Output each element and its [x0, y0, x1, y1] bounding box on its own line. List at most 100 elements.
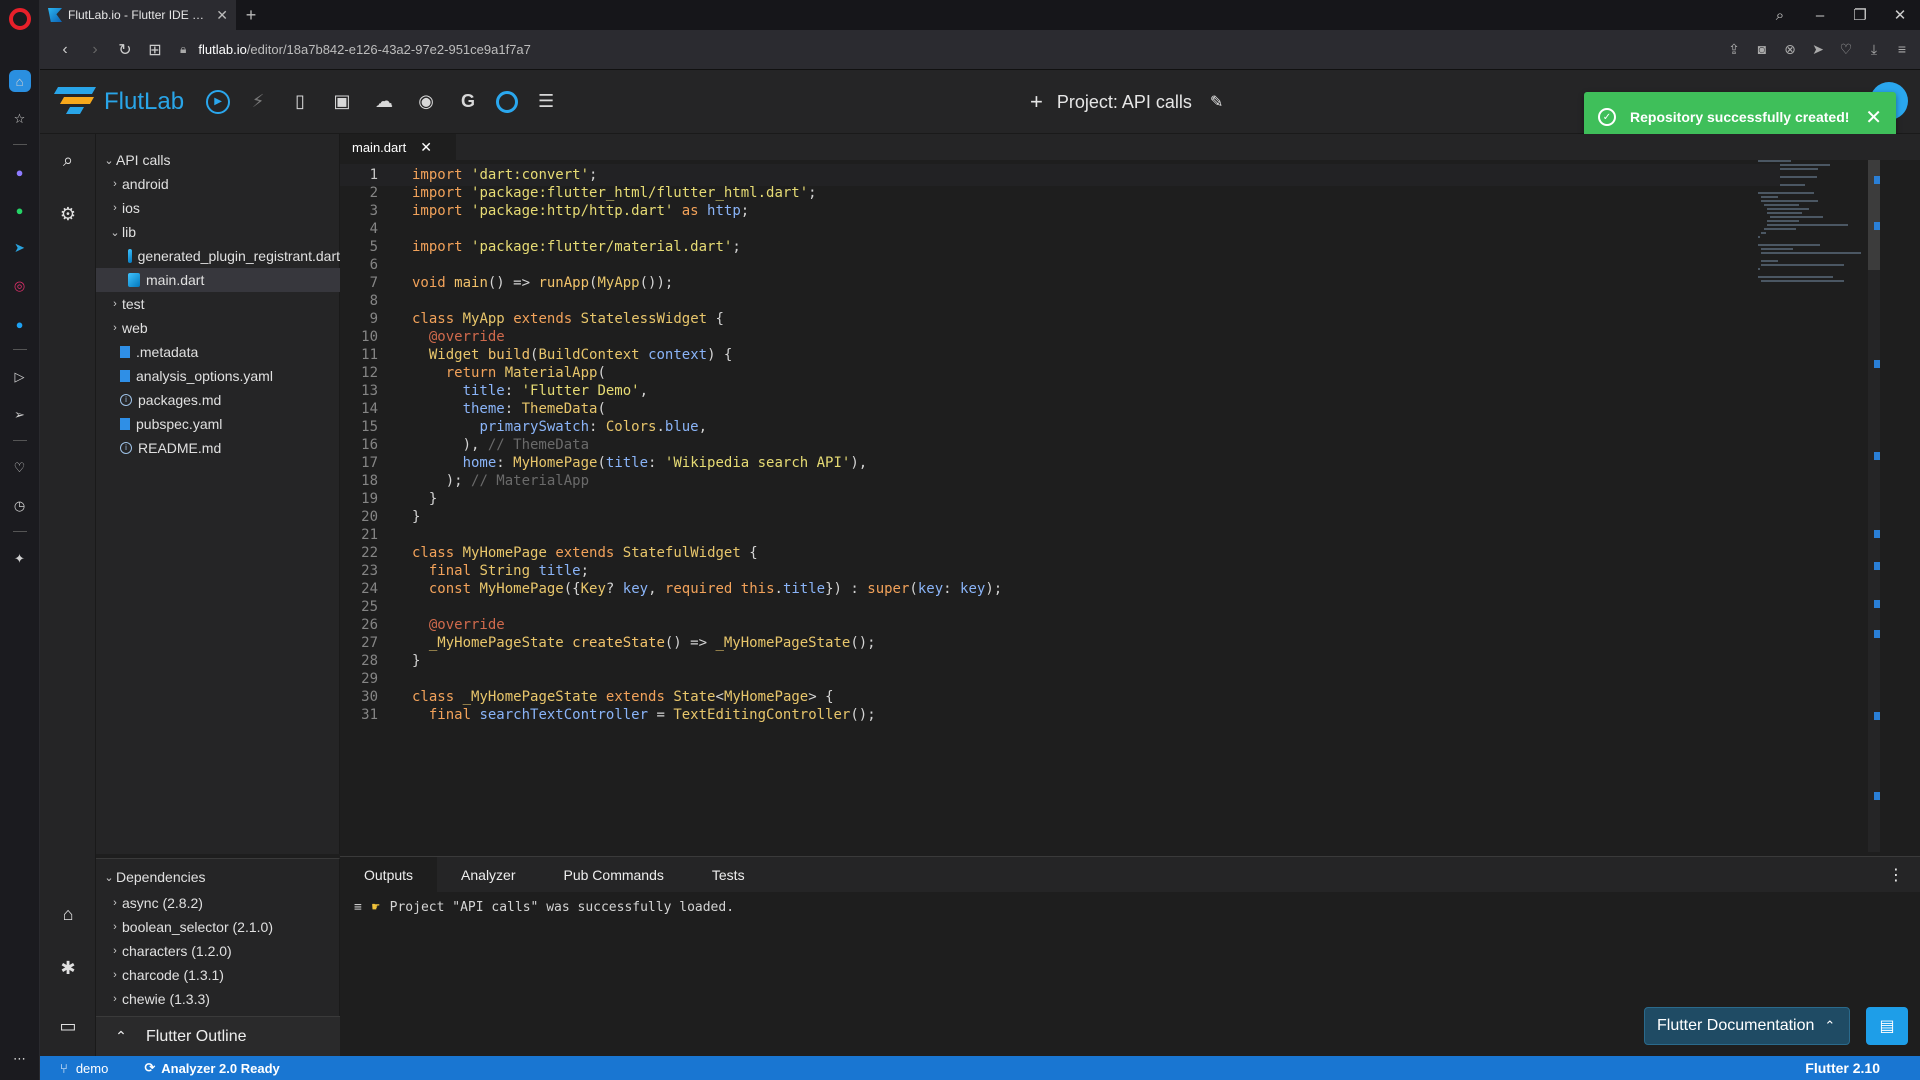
- download-icon[interactable]: ⤓: [1866, 41, 1882, 58]
- tree-item[interactable]: analysis_options.yaml: [96, 364, 340, 388]
- dependency-item[interactable]: › chewie (1.3.3): [96, 987, 340, 1011]
- menu-icon[interactable]: ≡: [1894, 41, 1910, 58]
- github-icon[interactable]: ◉: [412, 88, 440, 116]
- tree-item[interactable]: .metadata: [96, 340, 340, 364]
- tree-item[interactable]: pubspec.yaml: [96, 412, 340, 436]
- scroll-marker: [1874, 630, 1880, 638]
- camera-icon[interactable]: ◙: [1754, 41, 1770, 58]
- tree-item[interactable]: generated_plugin_registrant.dart: [96, 244, 340, 268]
- speed-dial-icon[interactable]: ⌂: [8, 70, 31, 92]
- tree-item[interactable]: › android: [96, 172, 340, 196]
- search-icon[interactable]: ⌕: [56, 150, 80, 174]
- format-icon[interactable]: ☰: [532, 88, 560, 116]
- url-field[interactable]: 🔒︎ flutlab.io /editor/18a7b842-e126-43a2…: [180, 42, 531, 57]
- whatsapp-icon[interactable]: ●: [9, 199, 31, 221]
- flutter-documentation-button[interactable]: Flutter Documentation ⌃: [1644, 1007, 1850, 1045]
- tree-item[interactable]: ⌄ lib: [96, 220, 340, 244]
- monitor-icon[interactable]: ▭: [56, 1016, 80, 1040]
- dependency-item[interactable]: › charcode (1.3.1): [96, 963, 340, 987]
- home-icon[interactable]: ⌂: [56, 904, 80, 928]
- tabs-grid-icon[interactable]: ⊞: [140, 40, 170, 60]
- editor-scrollbar[interactable]: [1868, 160, 1880, 852]
- tab-main-dart[interactable]: main.dart ✕: [340, 134, 456, 160]
- bookmarks-icon[interactable]: ☆: [9, 108, 31, 130]
- back-icon[interactable]: ‹: [50, 41, 80, 59]
- chat-button[interactable]: ▤: [1866, 1007, 1908, 1045]
- lightbulb-icon[interactable]: ✦: [9, 548, 31, 570]
- close-icon[interactable]: ✕: [420, 139, 432, 156]
- code-text: import 'package:flutter/material.dart';: [412, 239, 741, 255]
- dependencies-title: Dependencies: [116, 869, 206, 885]
- tree-item[interactable]: › ios: [96, 196, 340, 220]
- tab-analyzer[interactable]: Analyzer: [437, 857, 539, 893]
- dependency-item[interactable]: › boolean_selector (2.1.0): [96, 915, 340, 939]
- tree-item[interactable]: i README.md: [96, 436, 340, 460]
- gear-icon[interactable]: ⚙: [56, 204, 80, 228]
- tab-outputs[interactable]: Outputs: [340, 856, 438, 893]
- reload-icon[interactable]: ↻: [110, 40, 140, 60]
- messenger-icon[interactable]: ●: [9, 161, 31, 183]
- tree-item-label: test: [122, 296, 145, 312]
- line-number: 11: [361, 347, 378, 363]
- info-file-icon: i: [120, 394, 132, 406]
- search-icon[interactable]: ⌕: [1760, 7, 1800, 24]
- tree-item-label: web: [122, 320, 148, 336]
- dependency-item[interactable]: › async (2.8.2): [96, 891, 340, 915]
- instagram-icon[interactable]: ◎: [9, 275, 31, 297]
- code-editor[interactable]: 1 import 'dart:convert'; 2 import 'package:…: [340, 160, 1880, 852]
- flutter-outline[interactable]: ⌃ Flutter Outline: [96, 1016, 340, 1056]
- close-icon[interactable]: ✕: [216, 7, 228, 24]
- code-text: const MyHomePage({Key? key, required thi…: [428, 581, 1003, 597]
- tab-pub-commands[interactable]: Pub Commands: [540, 857, 688, 893]
- opera-logo-icon[interactable]: [8, 8, 31, 30]
- tree-item-label: packages.md: [138, 392, 222, 408]
- more-icon[interactable]: ⋯: [9, 1048, 31, 1070]
- tree-root[interactable]: ⌄ API calls: [96, 148, 340, 172]
- run-icon[interactable]: ▶: [206, 89, 231, 114]
- tree-item[interactable]: i packages.md: [96, 388, 340, 412]
- code-line[interactable]: 31 final searchTextController = TextEdit…: [340, 704, 1780, 726]
- code-text: theme: ThemeData(: [462, 401, 606, 417]
- share-icon[interactable]: ⇪: [1726, 41, 1742, 58]
- save-icon[interactable]: ▣: [328, 88, 356, 116]
- tree-item[interactable]: main.dart: [96, 268, 340, 292]
- browser-tab[interactable]: FlutLab.io - Flutter IDE onli ✕: [40, 0, 236, 30]
- forward-icon[interactable]: ›: [80, 41, 110, 59]
- info-file-icon: i: [120, 442, 132, 454]
- bug-icon[interactable]: ✱: [56, 958, 80, 982]
- heart-icon[interactable]: ♡: [1838, 41, 1854, 58]
- hot-reload-icon[interactable]: ⚡︎: [244, 88, 272, 116]
- dependencies-header[interactable]: ⌄ Dependencies: [96, 865, 340, 889]
- tree-item[interactable]: › web: [96, 316, 340, 340]
- flow-icon[interactable]: ➢: [9, 404, 31, 426]
- restore-icon[interactable]: ❐: [1840, 6, 1880, 24]
- line-number: 23: [361, 563, 378, 579]
- tab-tests[interactable]: Tests: [688, 857, 769, 893]
- close-icon[interactable]: ✕: [1865, 105, 1882, 130]
- telegram-icon[interactable]: ➤: [9, 237, 31, 259]
- history-icon[interactable]: ◷: [9, 495, 31, 517]
- twitter-icon[interactable]: ●: [9, 313, 31, 335]
- cloud-upload-icon[interactable]: ☁: [370, 88, 398, 116]
- line-number: 27: [361, 635, 378, 651]
- send-icon[interactable]: ➤: [1810, 41, 1826, 58]
- analyzer-status[interactable]: ⟳ Analyzer 2.0 Ready: [144, 1060, 279, 1076]
- new-tab-button[interactable]: +: [236, 0, 266, 30]
- player-icon[interactable]: ▷: [9, 366, 31, 388]
- flutlab-logo[interactable]: FlutLab: [53, 85, 184, 119]
- google-icon[interactable]: G: [454, 88, 482, 116]
- add-icon[interactable]: +: [1030, 89, 1043, 115]
- more-vertical-icon[interactable]: ⋮: [1888, 865, 1904, 885]
- dependency-item[interactable]: › characters (1.2.0): [96, 939, 340, 963]
- minimize-icon[interactable]: –: [1800, 7, 1840, 24]
- tree-item[interactable]: › test: [96, 292, 340, 316]
- flutlab-logo-icon: [53, 85, 97, 119]
- adblock-icon[interactable]: ⊗: [1782, 41, 1798, 58]
- close-window-icon[interactable]: ✕: [1880, 6, 1920, 24]
- edit-pencil-icon[interactable]: ✎: [1210, 92, 1223, 112]
- browser-tabbar: FlutLab.io - Flutter IDE onli ✕ + ⌕ – ❐ …: [40, 0, 1920, 30]
- device-icon[interactable]: ▯: [286, 88, 314, 116]
- target-icon[interactable]: [496, 90, 519, 113]
- branch-indicator[interactable]: ⑂ demo: [60, 1061, 108, 1076]
- heart-icon[interactable]: ♡: [9, 457, 31, 479]
